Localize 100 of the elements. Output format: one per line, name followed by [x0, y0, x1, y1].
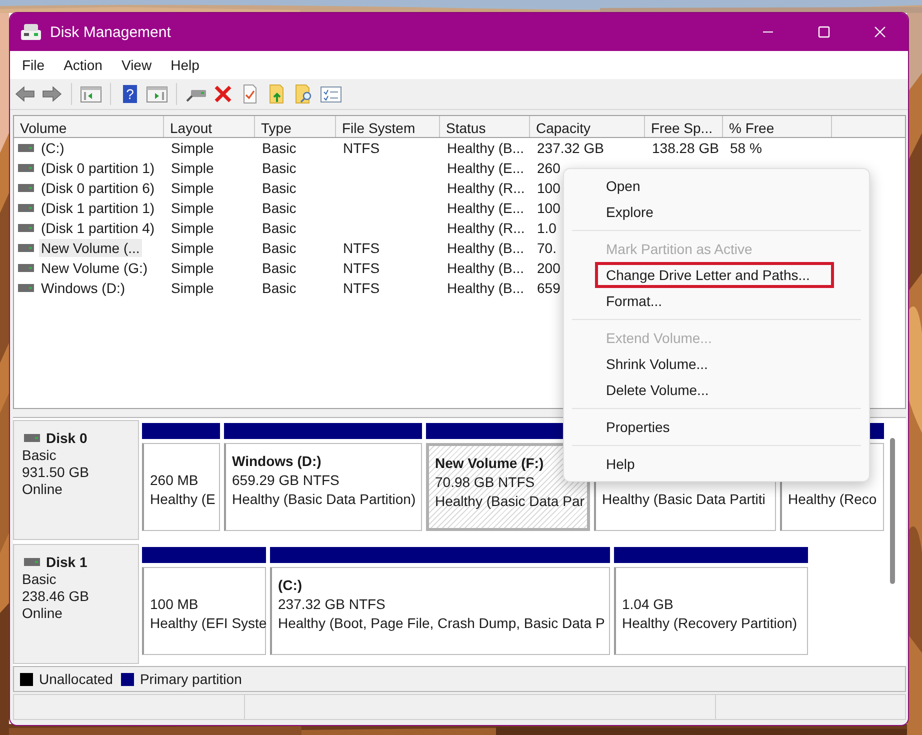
context-menu-item[interactable]: Open — [564, 173, 861, 199]
context-menu-item[interactable]: Shrink Volume... — [564, 351, 861, 377]
action-pane-icon[interactable] — [146, 84, 168, 104]
back-arrow-icon[interactable] — [14, 84, 36, 104]
table-cell[interactable]: (Disk 1 partition 1) — [39, 199, 157, 217]
table-cell[interactable]: New Volume (... — [39, 239, 142, 257]
column-header[interactable]: Free Sp... — [645, 116, 723, 137]
partition-status: Healthy (Boot, Page File, Crash Dump, Basic Data P — [278, 615, 605, 631]
table-cell: 237.32 GB — [537, 140, 604, 156]
console-tree-icon[interactable] — [80, 84, 102, 104]
table-cell: Basic — [262, 220, 296, 236]
table-cell: 100 — [537, 200, 560, 216]
menu-item[interactable]: Help — [170, 57, 200, 73]
context-menu-item[interactable]: Delete Volume... — [564, 377, 861, 403]
legend-label: Unallocated — [39, 671, 113, 687]
partition-block[interactable]: (C:) 237.32 GB NTFS Healthy (Boot, Page File, Crash Dump, Basic Data P — [270, 567, 610, 655]
table-cell: Healthy (E... — [447, 200, 524, 216]
context-menu-item[interactable]: Properties — [564, 414, 861, 440]
disk-type: Basic — [22, 447, 58, 463]
partition-size: 70.98 GB NTFS — [435, 474, 535, 490]
column-header[interactable]: Volume — [14, 116, 164, 137]
partition-name: (C:) — [278, 577, 302, 593]
table-cell: NTFS — [343, 240, 380, 256]
table-cell: Simple — [171, 200, 214, 216]
disk-name: Disk 1 — [46, 554, 88, 570]
table-cell: Simple — [171, 260, 214, 276]
maximize-icon[interactable] — [818, 26, 830, 38]
column-header[interactable]: Capacity — [530, 116, 645, 137]
table-cell: Simple — [171, 240, 214, 256]
menu-item[interactable]: View — [121, 57, 152, 73]
table-cell: 138.28 GB — [652, 140, 719, 156]
menu-item[interactable]: Action — [64, 57, 102, 73]
table-cell: Healthy (E... — [447, 160, 524, 176]
column-header[interactable]: Type — [255, 116, 336, 137]
menu-item[interactable]: File — [22, 57, 45, 73]
table-cell: Simple — [171, 140, 214, 156]
table-cell: Healthy (R... — [447, 220, 525, 236]
partition-name: New Volume (F:) — [435, 455, 544, 471]
disk-state: Online — [22, 605, 64, 621]
table-cell: Basic — [262, 240, 296, 256]
partition-size: 260 MB — [150, 472, 198, 488]
table-cell: NTFS — [343, 140, 380, 156]
table-cell: Simple — [171, 220, 214, 236]
table-cell: Basic — [262, 140, 296, 156]
checklist-icon[interactable] — [320, 84, 342, 104]
partition-block[interactable]: 260 MB Healthy (E — [142, 443, 220, 531]
delete-icon[interactable] — [212, 84, 234, 104]
table-cell[interactable]: (Disk 0 partition 6) — [39, 179, 157, 197]
partition-block[interactable]: Windows (D:) 659.29 GB NTFS Healthy (Basic Data Partition) — [224, 443, 422, 531]
disk-size: 238.46 GB — [22, 588, 90, 604]
table-cell[interactable]: New Volume (G:) — [39, 259, 150, 277]
partition-name: Windows (D:) — [232, 453, 322, 469]
table-cell: Simple — [171, 160, 214, 176]
partition-block[interactable]: 100 MB Healthy (EFI Syste — [142, 567, 266, 655]
table-cell: Healthy (B... — [447, 140, 524, 156]
disk-type: Basic — [22, 571, 58, 587]
partition-status: Healthy (Basic Data Par — [435, 493, 584, 509]
table-cell: Simple — [171, 280, 214, 296]
table-cell[interactable]: (C:) — [39, 139, 66, 157]
table-cell: Healthy (B... — [447, 280, 524, 296]
legend-label: Primary partition — [140, 671, 242, 687]
column-header[interactable]: File System — [336, 116, 440, 137]
table-cell[interactable]: (Disk 0 partition 1) — [39, 159, 157, 177]
column-header[interactable]: Layout — [164, 116, 255, 137]
table-cell[interactable]: Windows (D:) — [39, 279, 128, 297]
table-cell: Healthy (B... — [447, 260, 524, 276]
partition-size: 237.32 GB NTFS — [278, 596, 386, 612]
partition-block[interactable]: 1.04 GB Healthy (Recovery Partition) — [614, 567, 808, 655]
partition-size: 100 MB — [150, 596, 198, 612]
context-menu-item[interactable]: Format... — [564, 288, 861, 314]
table-cell: 100 — [537, 180, 560, 196]
partition-block[interactable]: New Volume (F:) 70.98 GB NTFS Healthy (Basic Data Par — [426, 443, 590, 531]
disk-info-panel[interactable]: Disk 0 Basic 931.50 GB Online — [13, 420, 139, 540]
column-header[interactable]: % Free — [723, 116, 832, 137]
context-menu-item[interactable]: Change Drive Letter and Paths... — [595, 262, 834, 288]
forward-arrow-icon[interactable] — [41, 84, 63, 104]
table-cell: Basic — [262, 260, 296, 276]
column-header[interactable]: Status — [440, 116, 530, 137]
table-cell: 70. — [537, 240, 556, 256]
table-cell: Simple — [171, 180, 214, 196]
table-cell: NTFS — [343, 280, 380, 296]
scrollbar-thumb[interactable] — [890, 438, 895, 584]
table-cell: Basic — [262, 180, 296, 196]
partition-status: Healthy (Basic Data Partiti — [602, 491, 766, 507]
table-cell: Basic — [262, 200, 296, 216]
table-cell: Basic — [262, 280, 296, 296]
table-cell[interactable]: (Disk 1 partition 4) — [39, 219, 157, 237]
disk-name: Disk 0 — [46, 430, 88, 446]
table-cell: NTFS — [343, 260, 380, 276]
partition-status: Healthy (EFI Syste — [150, 615, 267, 631]
close-icon[interactable] — [874, 26, 886, 38]
partition-size: 659.29 GB NTFS — [232, 472, 340, 488]
table-cell: 58 % — [730, 140, 762, 156]
partition-size: 1.04 GB — [622, 596, 674, 612]
context-menu-item[interactable]: Explore — [564, 199, 861, 225]
partition-status: Healthy (Recovery Partition) — [622, 615, 798, 631]
table-cell: 260 — [537, 160, 560, 176]
disk-info-panel[interactable]: Disk 1 Basic 238.46 GB Online — [13, 544, 139, 664]
disk-size: 931.50 GB — [22, 464, 90, 480]
partition-status: Healthy (Reco — [788, 491, 877, 507]
